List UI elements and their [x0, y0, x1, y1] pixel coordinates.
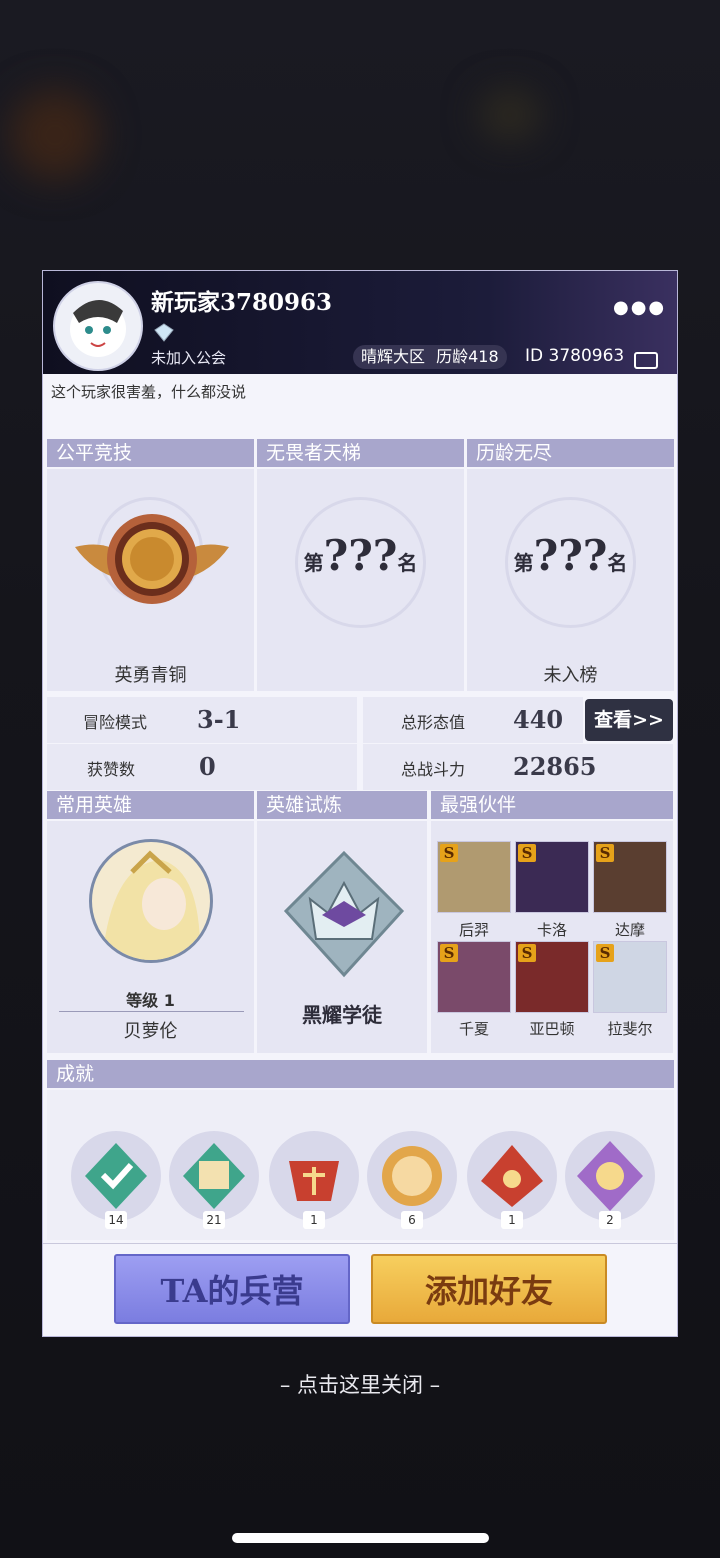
- achievement-red-eye-icon: [481, 1145, 543, 1207]
- profile-header: 新玩家3780963 ●●● 未加入公会 晴辉大区 历龄418 ID 37809…: [43, 271, 677, 374]
- partner-name: 卡洛: [536, 921, 567, 939]
- player-id: ID 3780963: [525, 346, 625, 366]
- grade-badge: S: [596, 844, 614, 862]
- ladder-rank-panel[interactable]: 第???名: [257, 469, 464, 691]
- section-title-trial: 英雄试炼: [257, 791, 427, 819]
- grade-badge: S: [518, 944, 536, 962]
- grade-badge: S: [518, 844, 536, 862]
- achievement-red-crest-icon: [289, 1161, 339, 1201]
- achievement-count: 14: [105, 1211, 127, 1229]
- achievement-badge[interactable]: 1: [467, 1131, 557, 1229]
- rank-prefix: 第: [303, 551, 324, 575]
- achievement-green-check-icon: [85, 1143, 147, 1209]
- achievement-count: 21: [203, 1211, 225, 1229]
- hero-portrait: [89, 839, 213, 963]
- partner-name: 拉斐尔: [607, 1020, 653, 1038]
- achievement-badge[interactable]: 6: [367, 1131, 457, 1229]
- endless-rank-label: 未入榜: [543, 665, 598, 686]
- achievement-count: 1: [501, 1211, 523, 1229]
- favorite-hero-panel[interactable]: 等级 1 贝萝伦: [47, 821, 254, 1053]
- stat-label: 冒险模式: [83, 713, 148, 732]
- player-name: 新玩家3780963: [151, 289, 333, 316]
- stat-power: 总战斗力 22865: [363, 744, 673, 790]
- add-friend-button[interactable]: 添加好友: [371, 1254, 607, 1324]
- stat-value: 0: [199, 752, 216, 781]
- achievement-count: 2: [599, 1211, 621, 1229]
- stat-value: 22865: [513, 752, 597, 781]
- background-blur: [480, 90, 540, 140]
- partner-name: 亚巴顿: [529, 1020, 575, 1038]
- achievement-purple-sun-icon: [577, 1141, 643, 1211]
- player-age: 历龄418: [436, 347, 499, 366]
- partner-card[interactable]: S: [593, 841, 667, 913]
- achievement-gold-handshake-icon: [382, 1146, 442, 1206]
- partners-panel: S 后羿 S 卡洛 S 达摩 S 千夏 S 亚巴顿 S 拉斐尔: [431, 821, 673, 1053]
- fair-rank-label: 英勇青铜: [114, 665, 187, 686]
- guild-status: 未加入公会: [151, 349, 227, 367]
- close-hint[interactable]: – 点击这里关闭 –: [0, 1369, 720, 1399]
- section-title-partners: 最强伙伴: [431, 791, 673, 819]
- partner-name: 千夏: [458, 1020, 489, 1038]
- partner-card[interactable]: S: [437, 841, 511, 913]
- divider: [43, 1243, 677, 1244]
- view-details-button[interactable]: 查看>>: [585, 699, 673, 741]
- stat-value: 3-1: [197, 705, 241, 734]
- copy-id-icon[interactable]: [634, 352, 658, 369]
- rank-prefix: 第: [513, 551, 534, 575]
- partner-card[interactable]: S: [437, 941, 511, 1013]
- section-title-fair: 公平竞技: [47, 439, 254, 467]
- rank-number: ???: [533, 531, 608, 580]
- endless-rank-panel[interactable]: 第???名 未入榜: [467, 469, 674, 691]
- section-title-achievements: 成就: [47, 1060, 674, 1088]
- fair-rank-panel[interactable]: 英勇青铜: [47, 469, 254, 691]
- endless-rank-value: 第???名: [467, 531, 674, 580]
- stat-adventure: 冒险模式 3-1: [47, 697, 357, 743]
- server-age-badge: 晴辉大区 历龄418: [353, 345, 507, 369]
- stat-label: 获赞数: [87, 760, 136, 779]
- rank-suffix: 名: [397, 551, 418, 575]
- partner-card[interactable]: S: [593, 941, 667, 1013]
- barracks-button[interactable]: TA的兵营: [114, 1254, 350, 1324]
- partner-name: 达摩: [614, 921, 645, 939]
- player-profile-card: 新玩家3780963 ●●● 未加入公会 晴辉大区 历龄418 ID 37809…: [42, 270, 678, 1337]
- player-signature: 这个玩家很害羞，什么都没说: [51, 383, 247, 401]
- ladder-rank-value: 第???名: [257, 531, 464, 580]
- achievement-green-calendar-icon: [183, 1143, 245, 1209]
- divider: [59, 1011, 244, 1012]
- stat-form: 总形态值 440: [363, 697, 583, 743]
- stat-likes: 获赞数 0: [47, 744, 357, 790]
- hero-trial-panel[interactable]: 黑耀学徒: [257, 821, 427, 1053]
- obsidian-crown-icon: [283, 850, 405, 978]
- achievement-badge[interactable]: 21: [169, 1131, 259, 1229]
- grade-badge: S: [440, 944, 458, 962]
- partner-card[interactable]: S: [515, 941, 589, 1013]
- achievement-count: 6: [401, 1211, 423, 1229]
- server-name: 晴辉大区: [361, 347, 426, 366]
- achievement-badge[interactable]: 2: [565, 1131, 655, 1229]
- stat-label: 总形态值: [401, 713, 466, 732]
- achievement-count: 1: [303, 1211, 325, 1229]
- trial-rank-label: 黑耀学徒: [302, 1003, 382, 1027]
- achievement-badge[interactable]: 14: [71, 1131, 161, 1229]
- partner-card[interactable]: S: [515, 841, 589, 913]
- achievement-badge[interactable]: 1: [269, 1131, 359, 1229]
- hero-name: 贝萝伦: [123, 1021, 178, 1042]
- rank-suffix: 名: [607, 551, 628, 575]
- grade-badge: S: [596, 944, 614, 962]
- bronze-rank-emblem-icon: [75, 514, 229, 604]
- more-dots-icon[interactable]: ●●●: [613, 297, 666, 318]
- rank-number: ???: [323, 531, 398, 580]
- background-blur: [10, 90, 100, 180]
- section-title-endless: 历龄无尽: [467, 439, 674, 467]
- home-indicator[interactable]: [232, 1533, 489, 1543]
- player-avatar[interactable]: [53, 281, 143, 371]
- diamond-rank-icon: [154, 323, 174, 342]
- section-title-ladder: 无畏者天梯: [257, 439, 464, 467]
- section-title-hero: 常用英雄: [47, 791, 254, 819]
- hero-level: 等级 1: [126, 991, 175, 1010]
- grade-badge: S: [440, 844, 458, 862]
- partner-name: 后羿: [458, 921, 489, 939]
- stat-value: 440: [513, 705, 564, 734]
- stat-label: 总战斗力: [401, 760, 466, 779]
